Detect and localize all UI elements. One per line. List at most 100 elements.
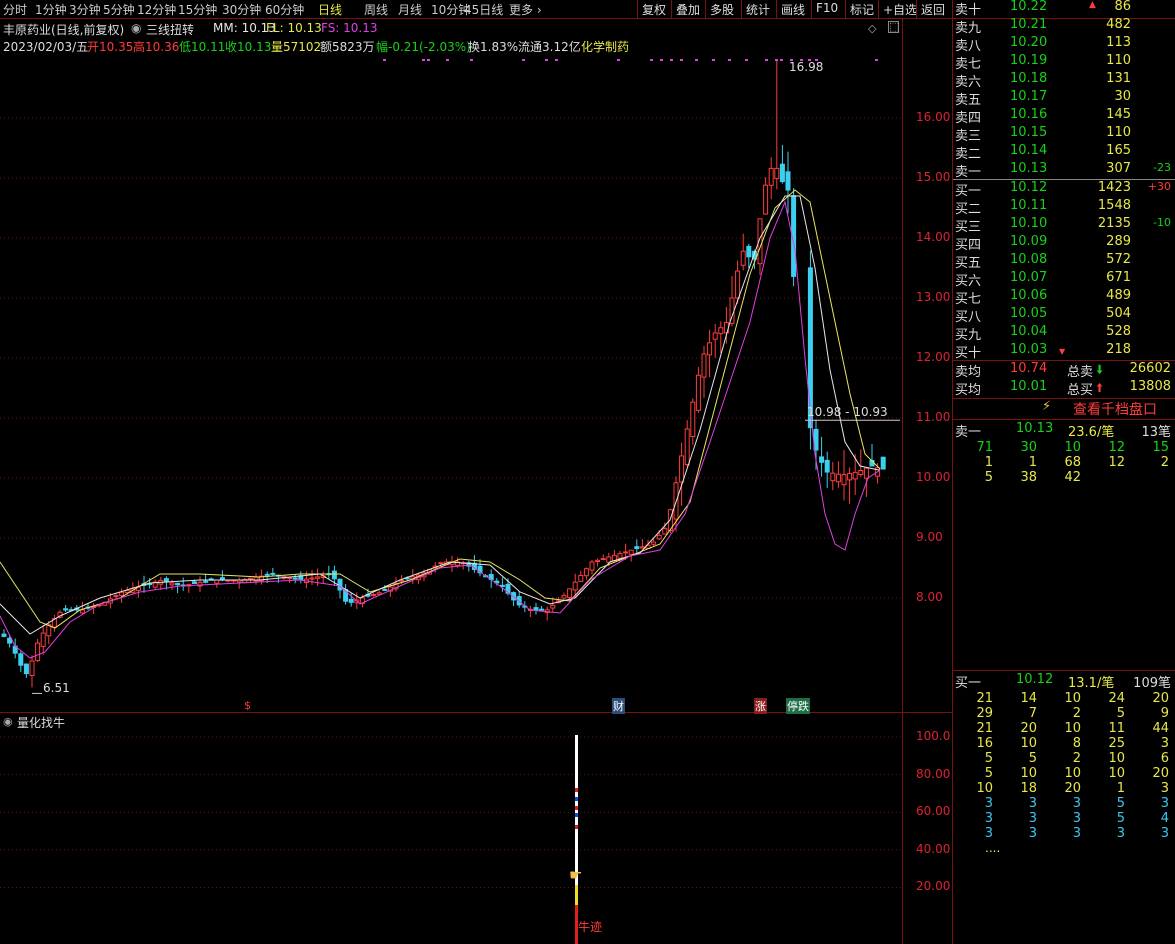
candle-body [35,642,41,662]
ask-row-7[interactable]: 卖三 10.15 110 [955,125,1175,144]
candle-body [63,608,69,611]
candle-body [253,576,259,582]
candle-body [639,546,645,549]
tick-row: 21 20 10 11 44 [976,721,1169,736]
period-tab-13[interactable]: 更多 › [509,1,542,18]
bid-row-4[interactable]: 买五 10.08 572 [955,252,1175,271]
bid-row-2[interactable]: 买三 10.10 2135 -10 [955,216,1175,235]
candle-body [539,608,545,611]
period-tab-0[interactable]: 分时 [3,1,27,18]
candle-body [371,594,377,597]
candle-body [824,459,830,473]
sell10-up-icon: ▲ [1089,0,1096,10]
kline-chart[interactable] [0,56,903,712]
ask-row-5[interactable]: 卖五 10.17 30 [955,89,1175,108]
price-axis-label: 8.00 [916,590,943,604]
bull-bar-marker [575,788,578,792]
ask-row-9[interactable]: 卖一 10.13 307 -23 [955,161,1175,180]
signal-dot [617,59,620,61]
candle-body [247,577,253,580]
thousand-depth-button[interactable]: 查看千档盘口 [1073,399,1157,419]
toolbar-button-6[interactable]: 标记 [850,1,874,18]
sub-axis-label: 80.00 [916,766,951,781]
bid-row-0[interactable]: 买一 10.12 1423 +30 [955,180,1175,199]
candle-body [623,551,629,554]
period-tab-6[interactable]: 30分钟 [222,1,261,18]
signal-dot [780,59,783,61]
ask-row-2[interactable]: 卖八 10.20 113 [955,35,1175,54]
more-ticks[interactable]: .... [985,841,1000,855]
event-mark-finance[interactable]: 财 [612,698,625,714]
ask-row-4[interactable]: 卖六 10.18 131 [955,71,1175,90]
candle-body [583,568,589,577]
price-axis-label: 12.00 [916,350,951,364]
toolbar-button-7[interactable]: +自选 [883,1,917,18]
signal-dot [745,59,748,61]
toolbar-separator [776,0,777,18]
toolbar-button-1[interactable]: 叠加 [676,1,700,18]
signal-dot [712,59,715,61]
tick-row: 33353 [984,796,1169,811]
ask-row-0[interactable]: 卖十 10.22 86 [955,0,1175,18]
signal-dot [695,59,698,61]
toolbar-button-5[interactable]: F10 [816,1,838,15]
candle-body [79,609,85,614]
ask-row-8[interactable]: 卖二 10.14 165 [955,143,1175,162]
period-tab-4[interactable]: 12分钟 [137,1,176,18]
tick-row: 10 18 20 1 3 [976,781,1169,796]
period-tab-3[interactable]: 5分钟 [103,1,135,18]
bid-row-3[interactable]: 买四 10.09 289 [955,234,1175,253]
float-cap: 流通3.12亿 [518,40,581,54]
signal-dot [670,59,673,61]
diamond-icon[interactable]: ◇ [868,22,876,35]
toolbar-button-2[interactable]: 多股 [710,1,734,18]
period-tab-10[interactable]: 月线 [398,1,422,18]
candle-body [785,171,791,191]
signal-dot [383,59,386,61]
turnover: 换1.83% [468,40,519,54]
signal-dot [427,59,430,61]
bid-row-8[interactable]: 买九 10.04 528 [955,324,1175,343]
ask-row-6[interactable]: 卖四 10.16 145 [955,107,1175,126]
period-tab-2[interactable]: 3分钟 [69,1,101,18]
indicator-name[interactable]: 三线扭转 [146,21,194,38]
period-tab-12[interactable]: 45日线 [464,1,503,18]
event-mark-dividend[interactable]: $ [244,699,251,712]
bid-row-7[interactable]: 买八 10.05 504 [955,306,1175,325]
toolbar-button-4[interactable]: 画线 [781,1,805,18]
bid-row-5[interactable]: 买六 10.07 671 [955,270,1175,289]
signal-dot [555,59,558,61]
candle-body [779,163,785,183]
toolbar-button-0[interactable]: 复权 [642,1,666,18]
event-mark-rise[interactable]: 涨 [754,698,767,714]
ask-row-3[interactable]: 卖七 10.19 110 [955,53,1175,72]
ask-row-1[interactable]: 卖九 10.21 482 [955,17,1175,36]
period-tab-5[interactable]: 15分钟 [178,1,217,18]
period-tab-8[interactable]: 日线 [318,1,342,18]
bid-row-6[interactable]: 买七 10.06 489 [955,288,1175,307]
period-tab-7[interactable]: 60分钟 [265,1,304,18]
candle-body [746,245,752,258]
sub-axis-label: 100.0 [916,729,951,743]
period-tab-1[interactable]: 1分钟 [35,1,67,18]
event-mark-halt[interactable]: 停跌 [786,698,810,714]
sub-indicator-chart[interactable] [0,713,903,944]
toolbar-button-3[interactable]: 统计 [746,1,770,18]
close-price: 收10.13 [225,40,272,54]
candle-body [270,572,276,575]
candle-body [807,267,813,429]
bid-row-1[interactable]: 买二 10.11 1548 [955,198,1175,217]
tick-row: 16 10 8 25 3 [976,736,1169,751]
period-tab-9[interactable]: 周线 [364,1,388,18]
avg-sell-row: 卖均 10.74 总卖 🠫 26602 [955,361,1175,380]
indicator-toggle-icon[interactable]: ◉ [131,21,141,35]
candle-body [712,332,718,340]
toolbar-button-8[interactable]: 返回 [921,1,945,18]
tick-row: 71 30 10 12 15 [976,440,1169,455]
candle-body [819,456,825,463]
toolbar-separator [741,0,742,18]
candle-body [634,546,640,550]
range: 幅-0.21(-2.03%) [376,40,471,54]
expand-icon[interactable]: ⬚ [888,21,899,33]
candle-body [684,428,690,466]
